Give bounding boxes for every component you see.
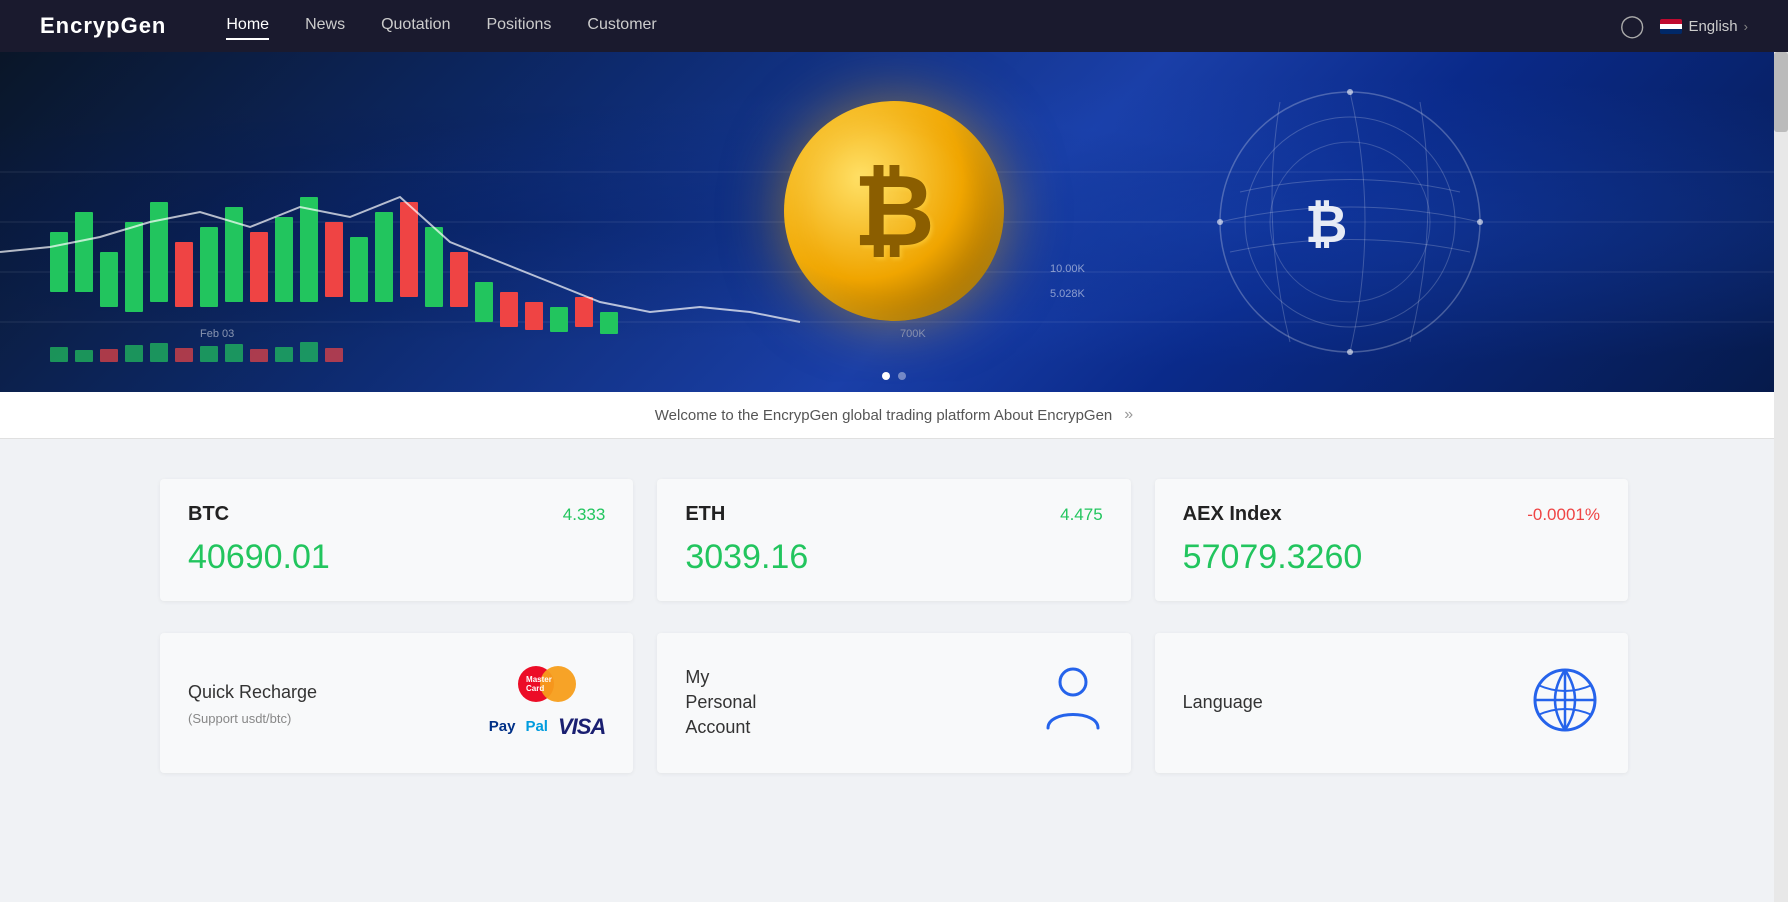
person-icon: [1043, 666, 1103, 739]
indicator-dot-2[interactable]: [898, 372, 906, 380]
bitcoin-symbol: ₿: [853, 161, 935, 261]
price-card-btc[interactable]: BTC 4.333 40690.01: [160, 479, 633, 601]
globe-icon: [1530, 665, 1600, 740]
nav-menu: Home News Quotation Positions Customer: [226, 12, 1619, 40]
my-personal-account-card[interactable]: MyPersonalAccount: [657, 633, 1130, 773]
paypal-text: Pay: [489, 718, 516, 735]
brand-logo[interactable]: EncrypGen: [40, 13, 166, 39]
nav-item-news[interactable]: News: [305, 12, 345, 40]
user-icon[interactable]: ◯: [1620, 13, 1645, 39]
price-cards: BTC 4.333 40690.01 ETH 4.475 3039.16 AEX…: [160, 479, 1628, 601]
scrollbar-track: [1774, 52, 1788, 902]
eth-card-header: ETH 4.475: [685, 503, 1102, 526]
language-title: Language: [1183, 690, 1263, 715]
bitcoin-coin: ₿: [784, 101, 1004, 321]
svg-text:10.00K: 10.00K: [1050, 263, 1086, 275]
flag-icon: [1660, 19, 1682, 34]
visa-text: VISA: [558, 714, 605, 740]
navbar: EncrypGen Home News Quotation Positions …: [0, 0, 1788, 52]
quick-recharge-card[interactable]: Quick Recharge (Support usdt/btc) Master…: [160, 633, 633, 773]
eth-value: 3039.16: [685, 538, 1102, 577]
price-card-aex[interactable]: AEX Index -0.0001% 57079.3260: [1155, 479, 1628, 601]
language-card[interactable]: Language: [1155, 633, 1628, 773]
nav-item-customer[interactable]: Customer: [587, 12, 656, 40]
nav-item-quotation[interactable]: Quotation: [381, 12, 450, 40]
aex-change: -0.0001%: [1527, 505, 1600, 525]
welcome-text: Welcome to the EncrypGen global trading …: [655, 407, 1112, 424]
svg-text:700K: 700K: [900, 328, 926, 340]
svg-text:Feb 03: Feb 03: [200, 328, 234, 340]
btc-ticker: BTC: [188, 503, 229, 526]
quick-recharge-content: Quick Recharge (Support usdt/btc): [188, 680, 317, 726]
personal-account-title: MyPersonalAccount: [685, 665, 756, 741]
welcome-chevron[interactable]: »: [1124, 406, 1133, 424]
paypal-pal: Pal: [525, 718, 548, 735]
main-content: BTC 4.333 40690.01 ETH 4.475 3039.16 AEX…: [0, 439, 1788, 813]
mastercard-right-circle: [540, 666, 576, 702]
price-card-eth[interactable]: ETH 4.475 3039.16: [657, 479, 1130, 601]
payment-row: Pay Pal VISA: [489, 714, 606, 740]
btc-change: 4.333: [563, 505, 606, 525]
aex-ticker: AEX Index: [1183, 503, 1282, 526]
indicator-dot-1[interactable]: [882, 372, 890, 380]
personal-account-content: MyPersonalAccount: [685, 665, 756, 741]
quick-recharge-subtitle: (Support usdt/btc): [188, 711, 317, 726]
svg-text:₿: ₿: [1305, 196, 1347, 254]
eth-change: 4.475: [1060, 505, 1103, 525]
language-label: English: [1688, 18, 1737, 35]
nav-item-home[interactable]: Home: [226, 12, 269, 40]
btc-value: 40690.01: [188, 538, 605, 577]
svg-text:5.028K: 5.028K: [1050, 288, 1086, 300]
payment-icons: MasterCard PayPal VISA: [489, 666, 606, 740]
language-content: Language: [1183, 690, 1263, 715]
scrollbar-thumb[interactable]: [1774, 52, 1788, 132]
btc-card-header: BTC 4.333: [188, 503, 605, 526]
action-cards: Quick Recharge (Support usdt/btc) Master…: [160, 633, 1628, 773]
aex-value: 57079.3260: [1183, 538, 1600, 577]
hero-banner: Feb 03 700K 10.00K 5.028K: [0, 52, 1788, 392]
aex-card-header: AEX Index -0.0001%: [1183, 503, 1600, 526]
language-selector[interactable]: English ›: [1660, 18, 1748, 35]
chevron-right-icon: ›: [1744, 19, 1748, 34]
eth-ticker: ETH: [685, 503, 725, 526]
quick-recharge-title: Quick Recharge: [188, 680, 317, 705]
hero-indicators: [882, 372, 906, 380]
welcome-bar: Welcome to the EncrypGen global trading …: [0, 392, 1788, 439]
nav-item-positions[interactable]: Positions: [486, 12, 551, 40]
navbar-right: ◯ English ›: [1620, 13, 1748, 39]
